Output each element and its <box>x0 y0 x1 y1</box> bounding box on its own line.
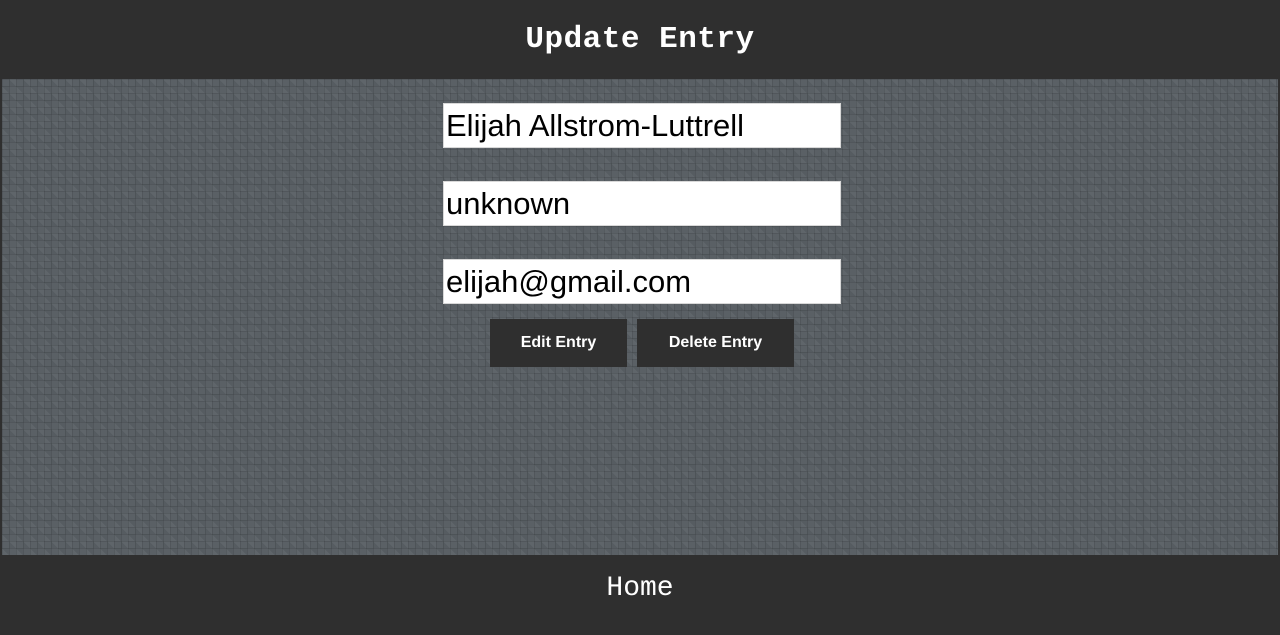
email-input[interactable] <box>443 259 841 304</box>
action-buttons: Edit Entry Delete Entry <box>490 319 794 367</box>
header-bar: Update Entry <box>0 0 1280 79</box>
main-content: Edit Entry Delete Entry <box>2 79 1278 555</box>
delete-entry-button[interactable]: Delete Entry <box>637 319 794 367</box>
footer-bar: Home <box>0 555 1280 635</box>
page-title: Update Entry <box>525 22 755 57</box>
page: Update Entry Edit Entry Delete Entry Hom… <box>0 0 1280 635</box>
phone-input[interactable] <box>443 181 841 226</box>
update-entry-form <box>443 103 841 304</box>
edit-entry-button[interactable]: Edit Entry <box>490 319 627 367</box>
name-input[interactable] <box>443 103 841 148</box>
home-link[interactable]: Home <box>606 573 673 604</box>
